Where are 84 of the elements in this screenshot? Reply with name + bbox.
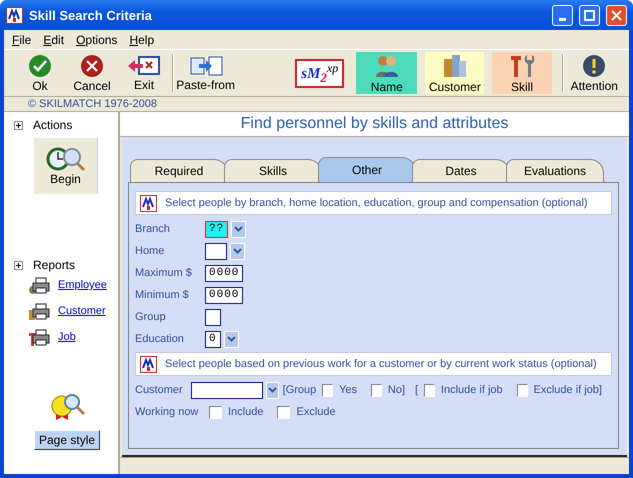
- customer-field[interactable]: [191, 382, 264, 398]
- field-label: Maximum $: [135, 267, 193, 279]
- checkbox[interactable]: [322, 384, 334, 396]
- report-link[interactable]: Employee: [58, 279, 107, 291]
- maximize-icon: [584, 10, 595, 20]
- field-label: Working now: [135, 406, 200, 418]
- dropdown-button[interactable]: [231, 220, 246, 238]
- toolbar-button[interactable]: Exit: [118, 52, 170, 94]
- dropdown-button[interactable]: [224, 330, 239, 348]
- dropdown-button[interactable]: [230, 242, 245, 260]
- checkbox-label: Include: [228, 406, 264, 418]
- printer-icon: [28, 276, 50, 294]
- logo-icon: [140, 356, 157, 372]
- field-label: Home: [135, 245, 166, 257]
- toolbar-button[interactable]: Paste-from: [176, 52, 236, 94]
- tools-icon: [508, 52, 536, 78]
- close-icon: [611, 10, 622, 20]
- exclamation-icon: [582, 54, 606, 78]
- section-title: Actions: [33, 118, 72, 132]
- toolbar-button[interactable]: Attention: [566, 52, 623, 94]
- input-field[interactable]: [205, 308, 221, 326]
- field-label: Education: [135, 333, 185, 345]
- clock-magnifier-icon: [46, 146, 86, 172]
- mode-button[interactable]: Name: [356, 52, 418, 94]
- toolbar-button[interactable]: Cancel: [66, 52, 118, 94]
- report-link[interactable]: Job: [58, 331, 76, 343]
- buildings-icon: [442, 52, 468, 78]
- input-field[interactable]: 0000: [205, 264, 244, 282]
- dropdown-button[interactable]: [266, 382, 279, 398]
- bracket-label: [Group: [282, 384, 316, 396]
- chevron-down-icon: [234, 226, 244, 232]
- window-title: Skill Search Criteria: [29, 8, 153, 22]
- page-heading: Find personnel by skills and attributes: [120, 112, 629, 137]
- checkbox[interactable]: [209, 406, 222, 418]
- checkbox-label: No]: [388, 384, 406, 396]
- menu-item[interactable]: Help: [125, 32, 158, 46]
- input-field[interactable]: ??: [205, 220, 228, 238]
- mode-button[interactable]: Skill: [492, 52, 552, 94]
- menu-item[interactable]: File: [8, 32, 36, 46]
- section-description: Select people by branch, home location, education, group and compensation (optional): [165, 197, 588, 209]
- menu-item[interactable]: Options: [72, 32, 122, 46]
- printer-icon: [28, 302, 50, 320]
- checkbox-label: Include if job: [440, 384, 503, 396]
- checkbox[interactable]: [371, 384, 382, 396]
- field-label: Customer: [135, 384, 184, 396]
- checkbox-label: Exclude if job]: [534, 384, 602, 396]
- report-link[interactable]: Customer: [58, 305, 106, 317]
- input-field[interactable]: 0: [205, 330, 221, 348]
- menu-item[interactable]: Edit: [39, 32, 68, 46]
- mode-button[interactable]: Customer: [425, 52, 484, 94]
- logo-icon: [140, 194, 157, 212]
- minimize-icon: [559, 18, 566, 20]
- checkbox-label: Yes: [339, 384, 358, 396]
- checkbox[interactable]: [516, 384, 528, 396]
- input-field[interactable]: [205, 242, 227, 260]
- cancel-icon: [80, 54, 104, 78]
- expand-icon[interactable]: [14, 260, 23, 270]
- toolbar-button[interactable]: Ok: [14, 52, 66, 94]
- chevron-down-icon: [233, 248, 242, 254]
- field-label: Group: [135, 311, 167, 323]
- minimize-button[interactable]: [552, 4, 573, 26]
- checkmark-icon: [28, 54, 52, 78]
- bracket-label: [: [415, 384, 418, 396]
- section-title: Reports: [33, 258, 76, 272]
- field-label: Minimum $: [135, 289, 190, 301]
- checkbox[interactable]: [277, 406, 290, 418]
- input-field[interactable]: 0000: [205, 286, 244, 304]
- logo-icon: [6, 6, 23, 24]
- section-description: Select people based on previous work for a customer or by current work status (optional): [165, 358, 597, 370]
- paste-icon: [188, 54, 223, 76]
- expand-icon[interactable]: [14, 120, 23, 130]
- checkbox-label: Exclude: [296, 406, 336, 418]
- page-style-button[interactable]: Page style: [34, 430, 100, 450]
- begin-button[interactable]: Begin: [34, 138, 98, 194]
- checkbox[interactable]: [424, 384, 435, 396]
- printer-icon: [28, 328, 50, 346]
- close-button[interactable]: [606, 4, 627, 26]
- maximize-button[interactable]: [579, 4, 600, 26]
- exit-icon: [127, 54, 162, 76]
- tab[interactable]: Other: [318, 157, 416, 182]
- field-label: Branch: [135, 223, 171, 235]
- chevron-down-icon: [268, 387, 277, 393]
- chevron-down-icon: [226, 336, 236, 342]
- tab[interactable]: Evaluations: [506, 159, 604, 182]
